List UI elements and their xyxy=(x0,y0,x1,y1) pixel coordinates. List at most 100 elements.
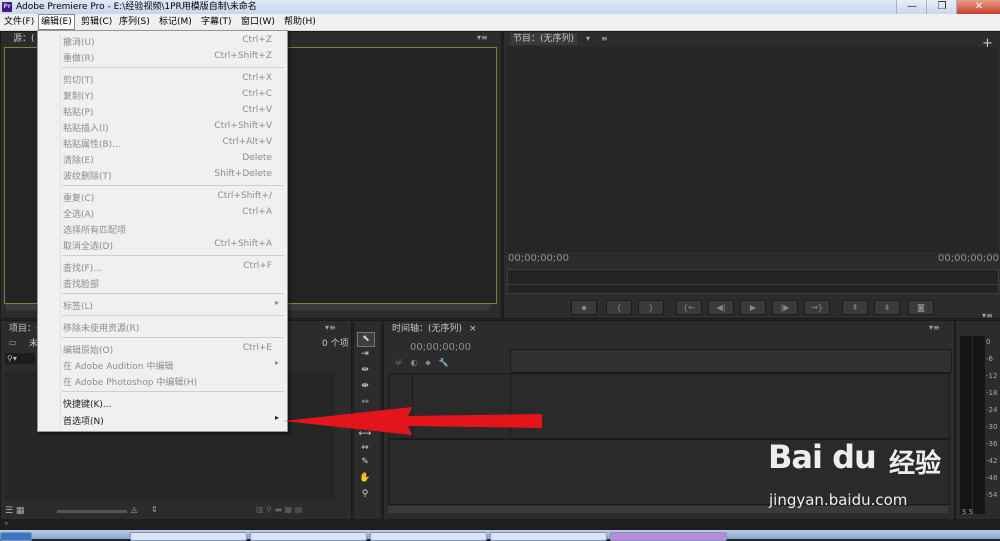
start-button[interactable] xyxy=(0,532,32,541)
taskbar-item-premiere[interactable] xyxy=(610,532,727,541)
program-timecode-current[interactable]: 00;00;00;00 xyxy=(508,253,569,264)
search-input[interactable]: ⚲▾ xyxy=(5,353,35,364)
menu-item-edit-in-audition[interactable]: 在 Adobe Audition 中编辑 ▸ xyxy=(38,357,287,372)
meter-label: -18 xyxy=(986,389,998,397)
hand-icon[interactable]: ✋ xyxy=(357,472,373,485)
program-zoom-bar[interactable] xyxy=(507,284,999,294)
meter-label: -48 xyxy=(986,474,998,482)
taskbar-item[interactable] xyxy=(370,532,487,541)
timeline-timecode[interactable]: 00;00;00;00 xyxy=(410,342,471,353)
menu-item-clear[interactable]: 清除(E) Delete xyxy=(38,151,287,166)
meter-label: 0 xyxy=(986,338,991,346)
menu-help[interactable]: 帮助(H) xyxy=(282,15,318,29)
program-monitor-panel: 节目：(无序列) ▾ ≡ 00;00;00;00 00;00;00;00 + ⬥… xyxy=(503,31,1000,319)
menu-item-select-all-matching[interactable]: 选择所有匹配项 xyxy=(38,221,287,236)
menu-item-copy[interactable]: 复制(Y) Ctrl+C xyxy=(38,87,287,102)
menu-clip[interactable]: 剪辑(C) xyxy=(79,15,114,29)
menu-separator xyxy=(62,293,284,294)
zoom-icon[interactable]: ◬ xyxy=(131,505,137,514)
menu-item-redo[interactable]: 重做(R) Ctrl+Shift+Z xyxy=(38,49,287,64)
menu-window[interactable]: 窗口(W) xyxy=(239,15,277,29)
baidu-watermark-brand: 经验 xyxy=(889,449,942,479)
meter-label: -54 xyxy=(986,491,998,499)
menu-title[interactable]: 字幕(T) xyxy=(199,15,234,29)
meter-solo-labels[interactable]: S S xyxy=(962,508,973,516)
menu-item-undo[interactable]: 撤消(U) Ctrl+Z xyxy=(38,33,287,48)
pen-icon[interactable]: ✎ xyxy=(357,456,373,469)
menu-item-cut[interactable]: 剪切(T) Ctrl+X xyxy=(38,71,287,86)
minimize-button[interactable]: — xyxy=(896,0,927,14)
zoom-icon[interactable]: ⚲ xyxy=(357,488,373,501)
wrench-icon[interactable]: 🔧 xyxy=(438,358,448,367)
lift-icon[interactable]: ⇞ xyxy=(842,300,868,315)
menu-item-label[interactable]: 标签(L) ▸ xyxy=(38,297,287,312)
menu-sequence[interactable]: 序列(S) xyxy=(117,15,152,29)
timeline-ruler[interactable] xyxy=(510,349,952,373)
menu-item-select-all[interactable]: 全选(A) Ctrl+A xyxy=(38,205,287,220)
menu-item-paste-attributes[interactable]: 粘贴属性(B)... Ctrl+Alt+V xyxy=(38,135,287,150)
panel-menu-icon[interactable]: ▾≡ xyxy=(477,33,488,42)
program-time-ruler[interactable] xyxy=(507,269,999,285)
menu-item-deselect-all[interactable]: 取消全选(D) Ctrl+Shift+A xyxy=(38,237,287,252)
automate-icon[interactable]: ▥ ⚲ ▬ ▦ ▤ xyxy=(256,505,302,514)
menu-item-paste-insert[interactable]: 粘贴插入(I) Ctrl+Shift+V xyxy=(38,119,287,134)
menu-item-find-faces[interactable]: 查找脸部 xyxy=(38,275,287,290)
menu-item-preferences[interactable]: 首选项(N) ▸ xyxy=(38,412,287,427)
maximize-button[interactable]: ❐ xyxy=(926,0,957,14)
menu-item-duplicate[interactable]: 重复(C) Ctrl+Shift+/ xyxy=(38,189,287,204)
menu-separator xyxy=(62,391,284,392)
rolling-edit-icon[interactable]: ⇼ xyxy=(357,380,373,393)
program-video-area[interactable] xyxy=(506,47,998,252)
tab-source[interactable]: 源：( xyxy=(13,33,35,45)
meter-channel-right xyxy=(973,336,985,514)
menu-marker[interactable]: 标记(M) xyxy=(157,15,194,29)
menu-item-find[interactable]: 查找(F)... Ctrl+F xyxy=(38,259,287,274)
play-icon[interactable]: ▶ xyxy=(740,300,766,315)
menu-item-edit-in-photoshop[interactable]: 在 Adobe Photoshop 中编辑(H) xyxy=(38,373,287,388)
meter-label: -12 xyxy=(986,372,998,380)
in-point-icon[interactable]: { xyxy=(606,300,632,315)
close-button[interactable]: ✕ xyxy=(956,0,1000,14)
menu-item-keyboard-shortcuts[interactable]: 快捷键(K)... xyxy=(38,395,287,410)
panel-menu-icon[interactable]: ▾≡ xyxy=(982,311,993,320)
menu-separator xyxy=(62,255,284,256)
chevron-down-icon[interactable]: ▾ xyxy=(586,34,590,43)
menu-item-remove-unused[interactable]: 移除未使用资源(R) xyxy=(38,319,287,334)
tab-timeline[interactable]: 时间轴：(无序列) xyxy=(392,323,462,335)
sort-icon[interactable]: ⇕ xyxy=(151,505,158,514)
taskbar-item[interactable] xyxy=(490,532,607,541)
panel-menu-icon[interactable]: ▾≡ xyxy=(325,323,336,332)
window-title-bar: Pr Adobe Premiere Pro - E:\经验视频\1PR用模版自制… xyxy=(0,0,1000,14)
step-back-icon[interactable]: ◀| xyxy=(708,300,734,315)
panel-menu-icon[interactable]: ▾≡ xyxy=(929,323,940,332)
status-indicator-icon: ⚬ xyxy=(3,519,10,528)
go-to-out-icon[interactable]: →} xyxy=(804,300,830,315)
extract-icon[interactable]: ⇟ xyxy=(874,300,900,315)
zoom-slider[interactable] xyxy=(57,510,127,513)
out-point-icon[interactable]: } xyxy=(638,300,664,315)
menu-item-paste[interactable]: 粘贴(P) Ctrl+V xyxy=(38,103,287,118)
go-to-in-icon[interactable]: {← xyxy=(676,300,702,315)
menu-edit[interactable]: 编辑(E) xyxy=(38,14,75,30)
menu-separator xyxy=(62,337,284,338)
menu-item-edit-original[interactable]: 编辑原始(O) Ctrl+E xyxy=(38,341,287,356)
menu-item-ripple-delete[interactable]: 波纹删除(T) Shift+Delete xyxy=(38,167,287,182)
tab-program[interactable]: 节目：(无序列) xyxy=(510,33,578,45)
ripple-edit-icon[interactable]: ⇹ xyxy=(357,364,373,377)
tab-close-icon[interactable]: × xyxy=(469,323,477,335)
marker-icon[interactable]: ⬥ xyxy=(571,300,597,315)
add-button-icon[interactable]: + xyxy=(982,36,993,51)
panel-menu-icon[interactable]: ≡ xyxy=(601,34,608,43)
step-forward-icon[interactable]: |▶ xyxy=(772,300,798,315)
export-frame-icon[interactable]: ◙ xyxy=(908,300,934,315)
list-view-icon[interactable]: ☰ ▦ xyxy=(5,506,24,516)
track-select-icon[interactable]: ⇥ xyxy=(357,348,373,361)
taskbar-item[interactable] xyxy=(130,532,247,541)
menu-file[interactable]: 文件(F) xyxy=(2,15,36,29)
snap-icon[interactable]: ⊬ ◐ ⬥ 🔧 xyxy=(396,358,448,368)
submenu-arrow-icon: ▸ xyxy=(274,298,279,307)
slide-icon[interactable]: ⇔ xyxy=(357,442,373,455)
selection-tool-icon[interactable]: ⬉ xyxy=(357,332,375,347)
window-title: Adobe Premiere Pro - E:\经验视频\1PR用模版自制\未命… xyxy=(16,2,257,12)
taskbar-item[interactable] xyxy=(250,532,367,541)
